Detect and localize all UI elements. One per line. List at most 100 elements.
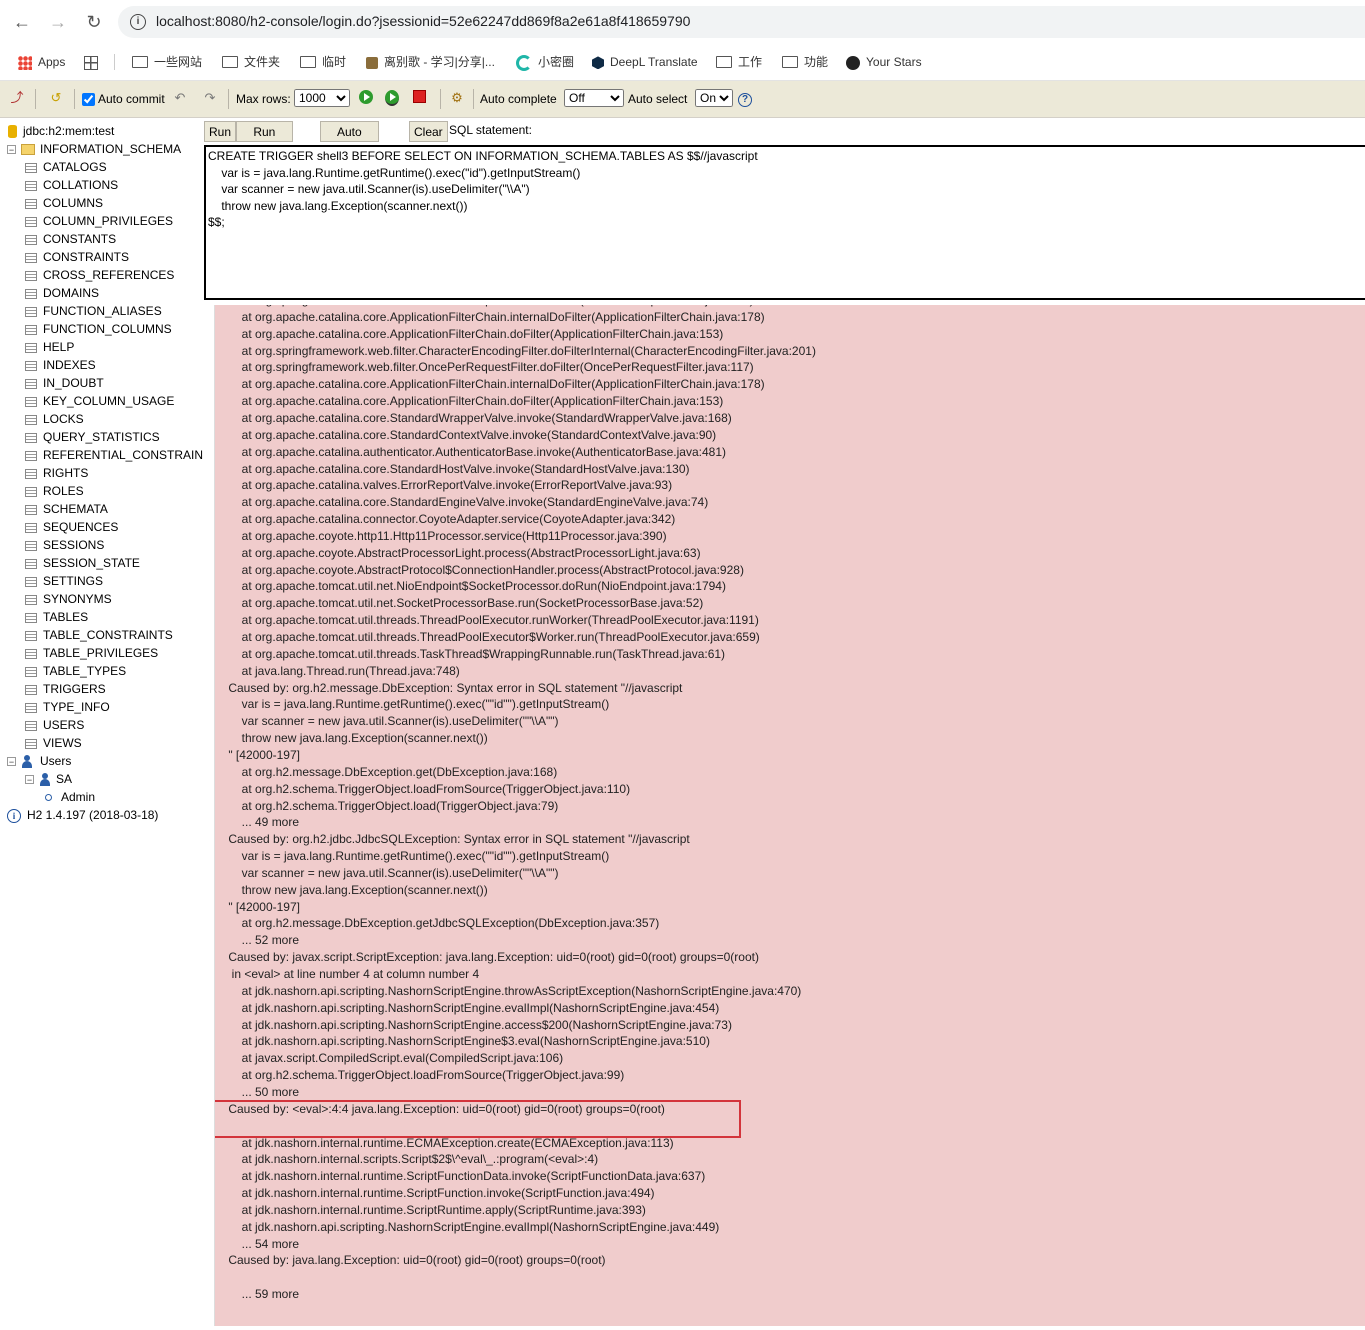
stop-icon[interactable] [411,90,427,106]
tree-table-item[interactable]: TABLE_CONSTRAINTS [25,626,173,644]
tree-table-item[interactable]: ROLES [25,482,84,500]
auto-select-select-wrap: On [695,89,733,107]
tree-table-item[interactable]: CONSTRAINTS [25,248,129,266]
site-info-icon[interactable]: i [130,14,146,30]
tree-table-label: TYPE_INFO [43,700,110,714]
tree-table-item[interactable]: INDEXES [25,356,96,374]
bookmark-apps[interactable]: Apps [18,53,65,71]
tree-table-label: QUERY_STATISTICS [43,430,160,444]
rollback-icon[interactable]: ↶ [172,90,188,106]
tree-table-item[interactable]: COLLATIONS [25,176,118,194]
tree-table-item[interactable]: QUERY_STATISTICS [25,428,160,446]
tree-table-item[interactable]: SCHEMATA [25,500,108,518]
run-selected-button[interactable]: Run Selected [236,121,293,159]
tree-table-item[interactable]: TABLE_TYPES [25,662,126,680]
tree-table-item[interactable]: FUNCTION_COLUMNS [25,320,172,338]
auto-complete-button[interactable]: Auto complete [320,121,379,159]
tree-db-node[interactable]: jdbc:h2:mem:test [8,122,114,140]
clear-button[interactable]: Clear [409,121,448,142]
tree-table-item[interactable]: TABLE_PRIVILEGES [25,644,158,662]
stack-trace-line: at org.h2.schema.TriggerObject.load(Trig… [215,798,559,813]
tree-table-item[interactable]: COLUMNS [25,194,103,212]
url-field[interactable]: i localhost:8080/h2-console/login.do?jse… [118,6,1365,38]
disconnect-icon[interactable]: ⤴ [9,90,25,106]
tree-schema-node[interactable]: − INFORMATION_SCHEMA [7,140,181,158]
auto-complete-select[interactable]: Off [564,89,624,107]
tree-table-item[interactable]: DOMAINS [25,284,99,302]
collapse-icon[interactable]: − [7,145,16,155]
table-icon [25,594,37,605]
tree-db-label: jdbc:h2:mem:test [23,124,115,138]
tree-table-item[interactable]: CATALOGS [25,158,107,176]
auto-commit-toggle[interactable]: Auto commit [82,90,165,108]
tree-user-sa[interactable]: − SA [25,770,72,788]
history-icon[interactable]: ⚙ [449,90,465,106]
reload-icon[interactable]: ↻ [84,12,104,32]
bookmark-deepl[interactable]: DeepL Translate [592,53,698,71]
stack-trace-line: at org.apache.catalina.core.ApplicationF… [215,309,765,324]
tree-table-item[interactable]: USERS [25,716,84,734]
tree-table-item[interactable]: LOCKS [25,410,84,428]
toolbar-separator [440,89,441,109]
auto-select-select[interactable]: On [695,89,733,107]
tree-table-item[interactable]: SEQUENCES [25,518,118,536]
collapse-icon[interactable]: − [7,757,16,767]
tree-table-item[interactable]: CROSS_REFERENCES [25,266,174,284]
bookmark-folder-work[interactable]: 工作 [716,53,762,71]
result-output: at org.springframework.web.filter.OncePe… [214,305,1365,1326]
bookmark-folder-files[interactable]: 文件夹 [222,53,280,71]
bookmark-grid[interactable] [84,53,104,71]
bookmark-folder-sites[interactable]: 一些网站 [132,53,202,71]
tree-table-item[interactable]: SYNONYMS [25,590,112,608]
tree-table-item[interactable]: RIGHTS [25,464,88,482]
run-button[interactable]: Run [204,121,237,142]
back-arrow-icon[interactable]: ← [12,12,32,32]
tree-table-item[interactable]: HELP [25,338,74,356]
help-icon[interactable]: ? [737,90,753,107]
refresh-icon[interactable]: ↺ [48,90,64,106]
tree-role-admin[interactable]: Admin [45,788,95,806]
tree-table-item[interactable]: IN_DOUBT [25,374,104,392]
users-icon [21,755,35,769]
tree-table-item[interactable]: SESSIONS [25,536,104,554]
bookmark-xiaomiquan[interactable]: 小密圈 [516,53,574,71]
tree-table-item[interactable]: TABLES [25,608,88,626]
run-selected-icon[interactable] [384,90,400,106]
stack-trace-line: at org.apache.catalina.valves.ErrorRepor… [215,478,673,493]
stack-trace-line: at org.apache.coyote.AbstractProcessorLi… [215,545,701,560]
bookmark-folder-temp[interactable]: 临时 [300,53,346,71]
commit-icon[interactable]: ↷ [202,90,218,106]
tree-table-item[interactable]: TRIGGERS [25,680,106,698]
forward-arrow-icon[interactable]: → [48,12,68,32]
tree-table-item[interactable]: SETTINGS [25,572,103,590]
tree-table-item[interactable]: SESSION_STATE [25,554,140,572]
tree-table-item[interactable]: VIEWS [25,734,82,752]
table-icon [25,432,37,443]
table-icon [25,684,37,695]
sql-editor[interactable]: CREATE TRIGGER shell3 BEFORE SELECT ON I… [204,145,1365,300]
tree-table-item[interactable]: REFERENTIAL_CONSTRAINTS [25,446,203,464]
tree-table-label: IN_DOUBT [43,376,104,390]
stack-trace-line: at org.apache.tomcat.util.threads.Thread… [215,613,759,628]
stack-trace-line: at org.h2.schema.TriggerObject.loadFromS… [215,781,631,796]
tree-table-item[interactable]: KEY_COLUMN_USAGE [25,392,174,410]
tree-table-item[interactable]: CONSTANTS [25,230,116,248]
run-icon[interactable] [358,90,374,106]
max-rows-select[interactable]: 1000 [294,89,350,107]
stack-trace-line: ... 52 more [215,933,300,948]
table-icon [25,630,37,641]
tree-users-node[interactable]: − Users [7,752,71,770]
bookmark-blog[interactable]: 离别歌 - 学习|分享|... [366,53,495,71]
auto-commit-checkbox[interactable] [82,93,95,107]
auto-complete-label: Auto complete [480,92,557,106]
tree-table-item[interactable]: FUNCTION_ALIASES [25,302,162,320]
bookmark-folder-features[interactable]: 功能 [782,53,828,71]
table-icon [25,306,37,317]
tree-table-item[interactable]: TYPE_INFO [25,698,110,716]
bookmark-github-stars[interactable]: Your Stars [846,53,922,71]
tree-table-item[interactable]: COLUMN_PRIVILEGES [25,212,173,230]
table-icon [25,342,37,353]
folder-icon [300,55,316,68]
collapse-icon[interactable]: − [25,775,34,785]
blog-icon [366,56,378,69]
